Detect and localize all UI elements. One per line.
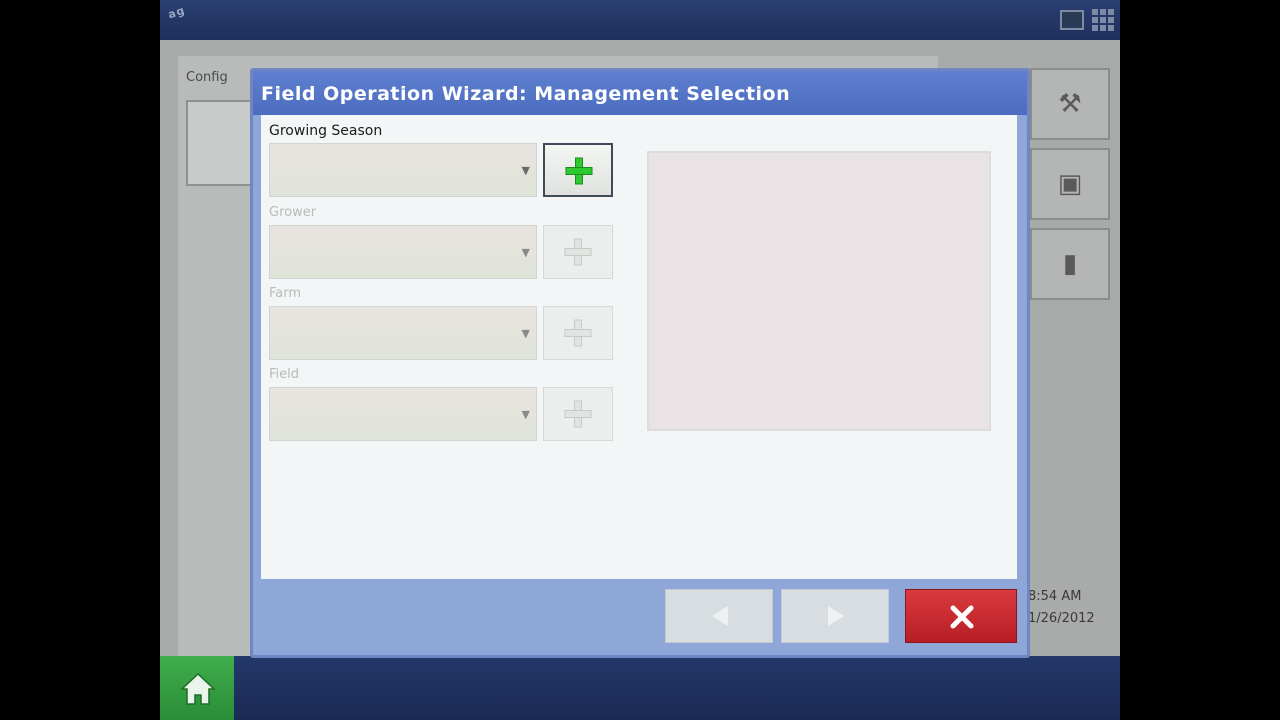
config-label: Config — [186, 70, 228, 85]
close-icon — [950, 605, 974, 629]
config-button[interactable] — [186, 100, 256, 186]
add-field-button[interactable] — [543, 387, 613, 441]
cancel-button[interactable] — [905, 589, 1017, 643]
grid-menu-icon[interactable] — [1092, 9, 1114, 31]
grower-dropdown[interactable]: ▼ — [269, 225, 537, 279]
arrow-left-icon — [712, 606, 728, 626]
plus-icon — [564, 319, 592, 347]
farm-dropdown[interactable]: ▼ — [269, 306, 537, 360]
plus-icon — [564, 400, 592, 428]
clock-date: 1/26/2012 — [1028, 611, 1095, 626]
add-growing-season-button[interactable] — [543, 143, 613, 197]
device-screen: ag Config ⚒ ▣ ▮ 8:54 AM 1/26/2012 Field … — [160, 0, 1120, 720]
dialog-body: Growing Season ▼ Grower ▼ Farm ▼ Field ▼ — [261, 115, 1017, 579]
next-button[interactable] — [781, 589, 889, 643]
clock-time: 8:54 AM — [1028, 589, 1082, 604]
map-icon: ▣ — [1057, 169, 1083, 199]
add-grower-button[interactable] — [543, 225, 613, 279]
arrow-right-icon — [828, 606, 844, 626]
wrench-icon: ⚒ — [1058, 89, 1082, 119]
farm-label: Farm — [269, 286, 302, 301]
growing-season-label: Growing Season — [269, 123, 383, 139]
bottom-bar — [160, 656, 1120, 720]
chevron-down-icon: ▼ — [521, 246, 530, 259]
field-label: Field — [269, 367, 300, 382]
dialog-title-bar: Field Operation Wizard: Management Selec… — [253, 71, 1027, 115]
display-icon[interactable] — [1060, 10, 1084, 30]
field-preview-panel — [647, 151, 991, 431]
home-icon — [180, 672, 216, 705]
brand-logo: ag — [166, 3, 187, 22]
chevron-down-icon: ▼ — [521, 327, 530, 340]
field-dropdown[interactable]: ▼ — [269, 387, 537, 441]
back-button[interactable] — [665, 589, 773, 643]
grower-label: Grower — [269, 205, 317, 220]
dialog-title: Field Operation Wizard: Management Selec… — [261, 83, 791, 105]
add-farm-button[interactable] — [543, 306, 613, 360]
chevron-down-icon: ▼ — [521, 408, 530, 421]
field-operation-wizard-dialog: Field Operation Wizard: Management Selec… — [250, 68, 1030, 658]
home-button[interactable] — [160, 656, 234, 720]
plus-icon — [565, 157, 593, 185]
clock: 8:54 AM 1/26/2012 — [1028, 586, 1095, 630]
side-button-map[interactable]: ▣ — [1030, 148, 1110, 220]
top-status-bar: ag — [160, 0, 1120, 40]
side-button-gauge[interactable]: ▮ — [1030, 228, 1110, 300]
plus-icon — [564, 238, 592, 266]
gauge-icon: ▮ — [1062, 249, 1078, 279]
growing-season-dropdown[interactable]: ▼ — [269, 143, 537, 197]
side-button-implement[interactable]: ⚒ — [1030, 68, 1110, 140]
chevron-down-icon: ▼ — [521, 164, 530, 177]
